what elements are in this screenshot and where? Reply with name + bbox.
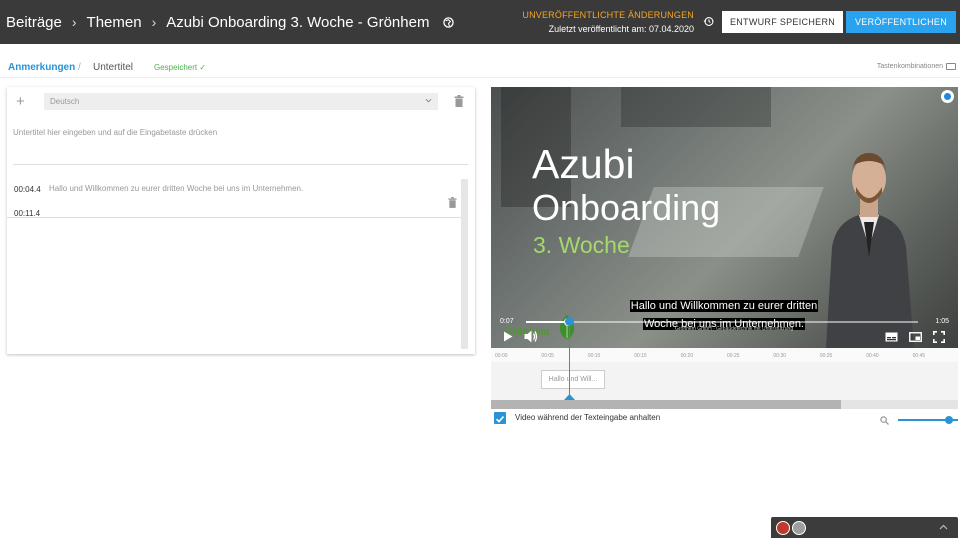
play-icon[interactable] (503, 331, 513, 342)
cue-end-time[interactable]: 00:11.4 (14, 209, 40, 218)
timeline-scrollbar[interactable] (491, 400, 958, 409)
zoom-slider[interactable] (898, 416, 958, 424)
video-progress-bar[interactable] (526, 318, 918, 326)
cue-start-time[interactable]: 00:04.4 (14, 185, 41, 194)
breadcrumb-separator: › (71, 14, 77, 30)
timeline-tick-label: 00:40 (866, 353, 879, 359)
avatar[interactable] (776, 521, 790, 535)
chat-bar[interactable] (771, 517, 958, 538)
keyboard-shortcuts-link[interactable]: Tastenkombinationen (877, 63, 956, 70)
language-select-value: Deutsch (50, 97, 80, 106)
sub-nav: Anmerkungen / Untertitel Gespeichert ✓ T… (0, 56, 960, 78)
globe-icon[interactable] (443, 16, 455, 28)
video-title-line-2: Onboarding (532, 187, 721, 228)
page-title: Azubi Onboarding 3. Woche - Grönhem (166, 13, 430, 31)
picture-in-picture-icon[interactable] (909, 332, 922, 342)
timeline-tick-label: 00:05 (541, 353, 554, 359)
video-title-line-1: Azubi (532, 141, 635, 187)
timeline-tick-label: 00:30 (773, 353, 786, 359)
player-logo-dot (944, 93, 951, 100)
keyboard-icon (946, 63, 956, 70)
search-icon (880, 416, 889, 425)
history-icon[interactable] (703, 16, 714, 27)
subtitles-icon[interactable] (885, 332, 898, 342)
breadcrumb-beitraege[interactable]: Beiträge (6, 14, 62, 31)
language-select[interactable]: Deutsch (44, 93, 438, 110)
breadcrumb: Beiträge › Themen › Azubi Onboarding 3. … (0, 13, 455, 31)
timeline-tick-label: 00:10 (587, 353, 601, 359)
timeline-scrollbar-thumb[interactable] (491, 400, 842, 409)
video-title-line-3: 3. Woche (533, 232, 630, 258)
breadcrumb-themen[interactable]: Themen (87, 14, 142, 31)
trash-icon[interactable] (454, 95, 464, 107)
timeline-playhead[interactable] (569, 322, 570, 399)
timeline-ruler[interactable]: 00:00 00:05 00:10 00:15 00:20 00:25 00:30 00:35… (491, 348, 958, 362)
check-icon (495, 415, 505, 423)
total-time: 1:05 (935, 318, 949, 325)
current-time: 0:07 (500, 318, 514, 325)
chevron-down-icon (425, 98, 432, 103)
presenter-figure (826, 153, 914, 348)
video-progress-fill (526, 321, 568, 323)
timeline-cue-block[interactable]: Hallo und Will... (541, 370, 605, 389)
chevron-up-icon[interactable] (939, 524, 948, 530)
cue-text[interactable]: Hallo und Willkommen zu eurer dritten Wo… (49, 184, 303, 193)
player-logo-icon (941, 90, 954, 103)
subtitle-editor-panel: + Deutsch 00:04.4 00:11.4 Hallo und Will… (7, 87, 475, 354)
fullscreen-icon[interactable] (933, 331, 945, 343)
timeline-tick-label: 00:25 (727, 353, 740, 359)
unpublished-changes-label: UNVERÖFFENTLICHTE ÄNDERUNGEN (522, 10, 694, 20)
last-published-label: Zuletzt veröffentlicht am: 07.04.2020 (548, 24, 694, 34)
pause-video-label: Video während der Texteingabe anhalten (515, 413, 661, 422)
avatar[interactable] (792, 521, 806, 535)
tab-subtitles[interactable]: Untertitel (93, 62, 133, 73)
app-root: Beiträge › Themen › Azubi Onboarding 3. … (0, 0, 960, 538)
tab-divider: / (78, 62, 81, 73)
video-background-shape (621, 87, 771, 127)
timeline-tick-label: 00:15 (634, 353, 647, 359)
tab-annotations[interactable]: Anmerkungen (8, 62, 75, 73)
caption-line-1: Hallo und Willkommen zu eurer dritten (629, 300, 819, 312)
timeline-tick-label: 00:35 (819, 353, 833, 359)
add-language-button[interactable]: + (16, 93, 25, 110)
saved-status: Gespeichert ✓ (154, 63, 207, 72)
brand-subtitle: Grönhem GmbH · Gebäudetechnik mit Unters… (675, 326, 794, 332)
save-draft-button[interactable]: ENTWURF SPEICHERN (722, 11, 843, 33)
breadcrumb-separator: › (151, 14, 157, 30)
top-bar: Beiträge › Themen › Azubi Onboarding 3. … (0, 0, 960, 44)
video-player[interactable]: Azubi Onboarding 3. Woche Hallo und Will… (491, 87, 958, 348)
timeline-tick-label: 00:00 (495, 353, 508, 359)
publish-button[interactable]: VERÖFFENTLICHEN (846, 11, 956, 33)
timeline-tick-label: 00:45 (912, 353, 926, 359)
publish-status: UNVERÖFFENTLICHTE ÄNDERUNGEN Zuletzt ver… (522, 10, 694, 34)
subtitle-timeline[interactable]: Hallo und Will... (491, 362, 958, 400)
shortcuts-label: Tastenkombinationen (876, 63, 943, 70)
timeline-tick-label: 00:20 (680, 353, 694, 359)
pause-video-checkbox[interactable] (494, 412, 506, 424)
subtitle-cue-row[interactable]: 00:04.4 00:11.4 Hallo und Willkommen zu … (7, 177, 462, 218)
cue-list-scrollbar[interactable] (461, 179, 468, 349)
volume-icon[interactable] (524, 330, 538, 343)
zoom-slider-handle[interactable] (944, 416, 953, 424)
trash-icon[interactable] (448, 197, 457, 208)
timeline-playhead-handle[interactable] (565, 317, 574, 326)
subtitle-input[interactable] (13, 125, 468, 165)
